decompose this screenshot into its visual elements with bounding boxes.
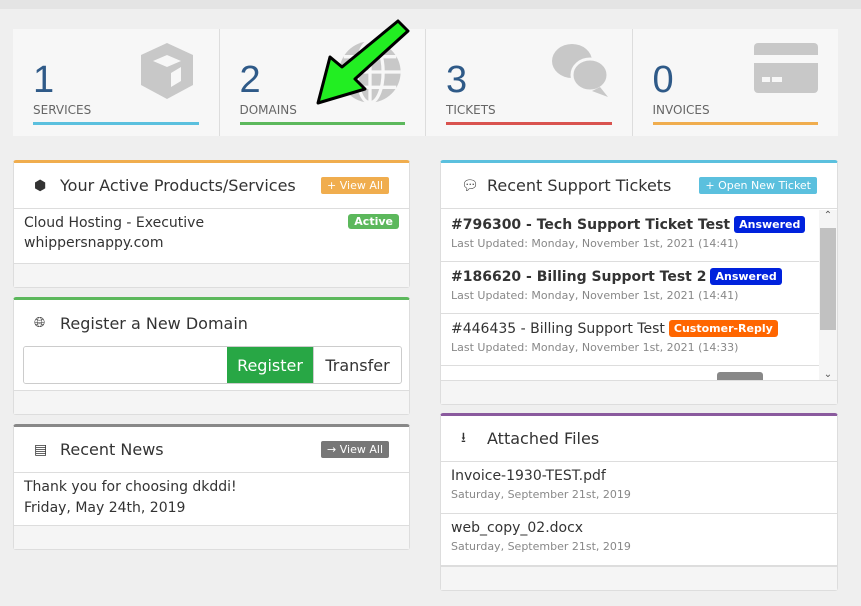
ticket-row[interactable]: #186620 - Billing Support Test 2 Answered… xyxy=(441,262,819,314)
scroll-up-icon[interactable]: ⌃ xyxy=(819,210,837,221)
panel-footer xyxy=(14,390,409,414)
invoices-count: 0 xyxy=(652,59,674,101)
status-badge: Customer-Reply xyxy=(668,320,778,337)
comments-icon: 💬︎ xyxy=(461,177,479,194)
file-list: Invoice-1930-TEST.pdf Saturday, September… xyxy=(441,462,837,566)
file-row[interactable]: Invoice-1930-TEST.pdf Saturday, September… xyxy=(441,462,837,514)
invoices-bar xyxy=(652,122,818,125)
domain-search-input[interactable] xyxy=(24,347,227,383)
arrow-annotation-icon xyxy=(316,19,409,105)
domains-label: DOMAINS xyxy=(239,103,297,117)
news-panel: ▤ Recent News → View All Thank you for ch… xyxy=(13,424,410,550)
panel-footer xyxy=(441,380,837,404)
ticket-updated: Last Updated: Monday, November 1st, 2021… xyxy=(451,237,739,250)
panel-title: Your Active Products/Services xyxy=(60,176,296,195)
ticket-subject: #796300 - Tech Support Ticket Test xyxy=(451,217,731,233)
download-icon: ⭳ xyxy=(461,429,466,446)
tile-invoices[interactable]: 0 INVOICES xyxy=(633,29,839,136)
ticket-subject: #186620 - Billing Support Test 2 xyxy=(451,269,707,285)
news-item[interactable]: Thank you for choosing dkddi! Friday, Ma… xyxy=(14,473,409,522)
ticket-row[interactable]: #796300 - Tech Support Ticket Test Answer… xyxy=(441,210,819,262)
ticket-updated: Last Updated: Monday, November 1st, 2021… xyxy=(451,341,739,354)
status-badge: Answered xyxy=(710,268,782,285)
products-panel: ⬢ Your Active Products/Services + View Al… xyxy=(13,160,410,288)
service-name: Cloud Hosting - Executive xyxy=(24,215,205,231)
stats-tiles: 1 SERVICES 2 DOMAINS 3 TICKETS 0 INVOICE… xyxy=(13,19,839,136)
cube-icon: ⬢ xyxy=(34,177,47,194)
file-name: Invoice-1930-TEST.pdf xyxy=(451,468,606,484)
tickets-count: 3 xyxy=(446,59,468,101)
transfer-button[interactable]: Transfer xyxy=(313,347,401,383)
tickets-label: TICKETS xyxy=(446,103,496,117)
file-name: web_copy_02.docx xyxy=(451,520,584,536)
register-button[interactable]: Register xyxy=(227,347,313,383)
ticket-row[interactable]: #446435 - Billing Support Test Customer-R… xyxy=(441,314,819,366)
service-item[interactable]: Cloud Hosting - Executive whippersnappy.… xyxy=(14,209,409,257)
domains-bar xyxy=(239,122,405,125)
tickets-panel: 💬︎ Recent Support Tickets + Open New Tick… xyxy=(440,160,838,405)
domains-count: 2 xyxy=(239,59,261,101)
newspaper-icon: ▤ xyxy=(34,441,48,458)
panel-title: Recent News xyxy=(60,440,164,459)
panel-title: Register a New Domain xyxy=(60,313,248,333)
scroll-down-icon[interactable]: ⌄ xyxy=(819,369,837,380)
ticket-list: #796300 - Tech Support Ticket Test Answer… xyxy=(441,210,819,380)
file-date: Saturday, September 21st, 2019 xyxy=(451,488,631,501)
status-badge xyxy=(717,372,763,380)
file-row[interactable]: web_copy_02.docx Saturday, September 21st… xyxy=(441,514,837,566)
ticket-subject: #446435 - Billing Support Test xyxy=(451,321,665,337)
ticket-row[interactable] xyxy=(441,366,819,380)
ticket-updated: Last Updated: Monday, November 1st, 2021… xyxy=(451,289,739,302)
tile-services[interactable]: 1 SERVICES xyxy=(13,29,220,136)
tickets-bar xyxy=(446,122,612,125)
services-count: 1 xyxy=(33,59,55,101)
panel-title: Recent Support Tickets xyxy=(487,176,672,195)
panel-title: Attached Files xyxy=(487,429,600,448)
services-bar xyxy=(33,122,199,125)
files-panel: ⭳ Attached Files Invoice-1930-TEST.pdf Sat… xyxy=(440,413,838,591)
tile-domains[interactable]: 2 DOMAINS xyxy=(220,19,426,136)
invoices-label: INVOICES xyxy=(652,103,710,117)
open-new-ticket-button[interactable]: + Open New Ticket xyxy=(699,177,817,194)
panel-footer xyxy=(14,263,409,287)
comments-icon xyxy=(551,44,609,97)
services-label: SERVICES xyxy=(33,103,92,117)
file-date: Saturday, September 21st, 2019 xyxy=(451,540,631,553)
domain-panel: 🌐︎ Register a New Domain Register Transfe… xyxy=(13,297,410,415)
view-all-news-button[interactable]: → View All xyxy=(321,441,389,458)
credit-card-icon xyxy=(754,43,818,93)
service-domain: whippersnappy.com xyxy=(24,235,164,251)
panel-footer xyxy=(441,566,837,590)
scrollbar-thumb[interactable] xyxy=(820,228,836,330)
news-date: Friday, May 24th, 2019 xyxy=(24,500,186,516)
tile-tickets[interactable]: 3 TICKETS xyxy=(426,29,633,136)
view-all-services-button[interactable]: + View All xyxy=(321,177,389,194)
status-badge: Answered xyxy=(734,216,806,233)
globe-icon: 🌐︎ xyxy=(34,315,46,331)
panel-footer xyxy=(14,525,409,549)
scrollbar[interactable]: ⌃ ⌄ xyxy=(819,210,837,380)
top-bar xyxy=(0,0,861,9)
news-title: Thank you for choosing dkddi! xyxy=(24,479,237,495)
cube-icon xyxy=(140,43,193,99)
status-badge: Active xyxy=(348,214,399,229)
